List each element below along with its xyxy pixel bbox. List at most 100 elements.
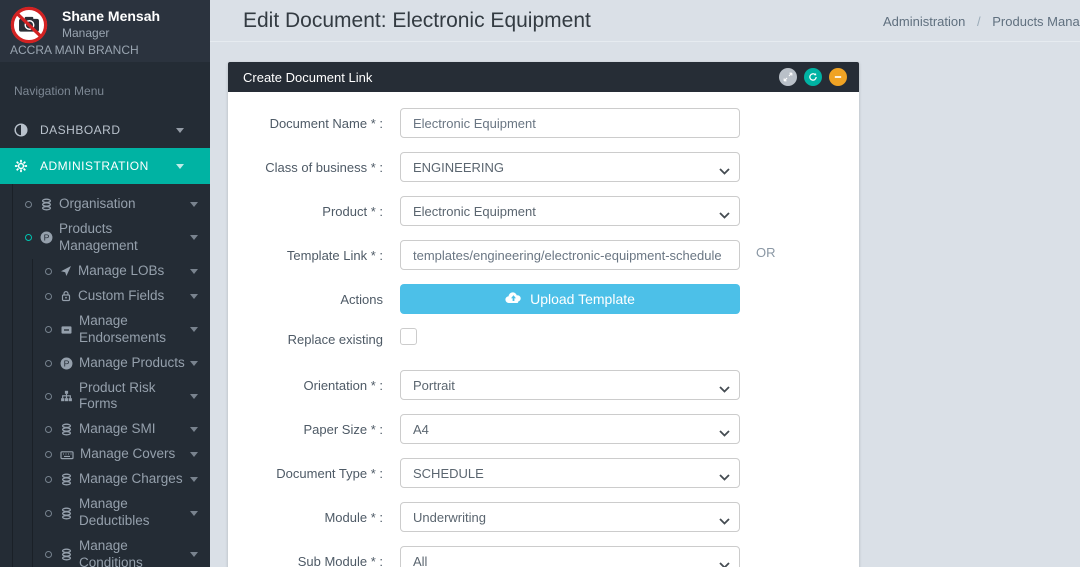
panel-buttons (779, 68, 847, 86)
sidebar-item-manage-lobs[interactable]: Manage LOBs (33, 259, 210, 284)
chevron-down-icon (719, 425, 730, 440)
lock-icon (60, 290, 72, 302)
product-selected-value: Electronic Equipment (413, 204, 536, 219)
svg-text:P: P (64, 358, 70, 368)
user-panel: Shane Mensah Manager ACCRA MAIN BRANCH (0, 0, 210, 62)
caret-down-icon (190, 427, 198, 432)
bullet-icon (45, 268, 52, 275)
sidebar-item-product-risk-forms[interactable]: Product Risk Forms (33, 376, 210, 418)
template-link-control (400, 240, 740, 270)
card-icon (60, 324, 73, 336)
caret-down-icon (190, 294, 198, 299)
coil-icon (60, 507, 73, 520)
user-branch: ACCRA MAIN BRANCH (10, 43, 200, 57)
paper-size-selected-value: A4 (413, 422, 429, 437)
document-name-input[interactable] (400, 108, 740, 138)
svg-text:P: P (44, 233, 50, 243)
sidebar-item-label: Manage Conditions (79, 538, 190, 567)
orientation-label: Orientation * : (228, 378, 383, 393)
sidebar-item-products-management[interactable]: P Products Management (13, 217, 210, 259)
sidebar-item-custom-fields[interactable]: Custom Fields (33, 284, 210, 309)
replace-existing-label: Replace existing (228, 332, 383, 347)
caret-down-icon (190, 394, 198, 399)
bullet-icon (25, 234, 32, 241)
caret-down-icon (190, 235, 198, 240)
sub-module-label: Sub Module * : (228, 554, 383, 567)
caret-down-icon (190, 202, 198, 207)
template-link-input[interactable] (400, 240, 740, 270)
sidebar-item-manage-endorsements[interactable]: Manage Endorsements (33, 309, 210, 351)
product-label: Product * : (228, 204, 383, 219)
product-select[interactable]: Electronic Equipment (400, 196, 740, 226)
breadcrumb-separator: / (977, 14, 981, 29)
sidebar-item-label: Organisation (59, 196, 136, 213)
module-label: Module * : (228, 510, 383, 525)
module-selected-value: Underwriting (413, 510, 486, 525)
sub-module-selected-value: All (413, 554, 427, 567)
sidebar-item-manage-covers[interactable]: Manage Covers (33, 442, 210, 467)
coil-icon (60, 473, 73, 486)
replace-existing-control (400, 328, 740, 350)
upload-template-row: ActionsUpload Template (228, 284, 859, 314)
template-link-label: Template Link * : (228, 248, 383, 263)
panel-header: Create Document Link (228, 62, 859, 92)
paper-size-control: A4 (400, 414, 740, 444)
chevron-down-icon (719, 513, 730, 528)
sub-module-row: Sub Module * : All (228, 546, 859, 567)
sidebar-item-manage-charges[interactable]: Manage Charges (33, 467, 210, 492)
orientation-select[interactable]: Portrait (400, 370, 740, 400)
upload-template-control: Upload Template (400, 284, 740, 314)
sidebar-item-label: Products Management (59, 221, 171, 255)
upload-template-button[interactable]: Upload Template (400, 284, 740, 314)
sidebar-item-manage-deductibles[interactable]: Manage Deductibles (33, 492, 210, 534)
user-name: Shane Mensah (62, 6, 200, 24)
sidebar-item-dashboard[interactable]: DASHBOARD (0, 112, 210, 148)
paper-size-row: Paper Size * : A4 (228, 414, 859, 444)
document-name-label: Document Name * : (228, 116, 383, 131)
minus-icon (833, 70, 843, 85)
sitemap-icon (60, 390, 73, 402)
module-select[interactable]: Underwriting (400, 502, 740, 532)
refresh-icon (808, 70, 818, 85)
caret-down-icon (190, 511, 198, 516)
navigation-menu-header: Navigation Menu (0, 62, 210, 112)
breadcrumb-products-management[interactable]: Products Management (992, 14, 1080, 29)
coil-icon (60, 548, 73, 561)
module-control: Underwriting (400, 502, 740, 532)
paper-size-select[interactable]: A4 (400, 414, 740, 444)
class-of-business-select[interactable]: ENGINEERING (400, 152, 740, 182)
sidebar-submenu: Organisation P Products Management Manage L… (12, 184, 210, 567)
expand-button[interactable] (779, 68, 797, 86)
breadcrumb-administration[interactable]: Administration (883, 14, 965, 29)
breadcrumb: Administration / Products Management (883, 14, 1080, 29)
p-circle-icon: P (60, 357, 73, 370)
sub-module-select[interactable]: All (400, 546, 740, 567)
chevron-down-icon (719, 207, 730, 222)
bullet-icon (45, 326, 52, 333)
bullet-icon (45, 551, 52, 558)
replace-existing-checkbox[interactable] (400, 328, 417, 345)
orientation-control: Portrait (400, 370, 740, 400)
document-type-select[interactable]: SCHEDULE (400, 458, 740, 488)
bullet-icon (45, 426, 52, 433)
bullet-icon (45, 510, 52, 517)
refresh-button[interactable] (804, 68, 822, 86)
chevron-down-icon (719, 381, 730, 396)
sidebar-submenu: Manage LOBsCustom Fields Manage Endorseme… (32, 259, 210, 567)
document-type-selected-value: SCHEDULE (413, 466, 484, 481)
sidebar-item-label: Manage Deductibles (79, 496, 190, 530)
sidebar-item-manage-smi[interactable]: Manage SMI (33, 417, 210, 442)
sidebar-item-organisation[interactable]: Organisation (13, 192, 210, 217)
paper-size-label: Paper Size * : (228, 422, 383, 437)
caret-down-icon (190, 327, 198, 332)
sidebar-item-manage-products[interactable]: PManage Products (33, 351, 210, 376)
sidebar-item-administration[interactable]: ADMINISTRATION (0, 148, 210, 184)
keyboard-icon (60, 449, 74, 461)
sidebar-item-label: Product Risk Forms (79, 380, 190, 414)
sidebar-item-manage-conditions[interactable]: Manage Conditions (33, 534, 210, 567)
page-header: Edit Document: Electronic Equipment Admi… (210, 0, 1080, 42)
collapse-button[interactable] (829, 68, 847, 86)
bullet-icon (45, 360, 52, 367)
sidebar-item-label: Manage Endorsements (79, 313, 190, 347)
gear-icon (14, 159, 28, 173)
